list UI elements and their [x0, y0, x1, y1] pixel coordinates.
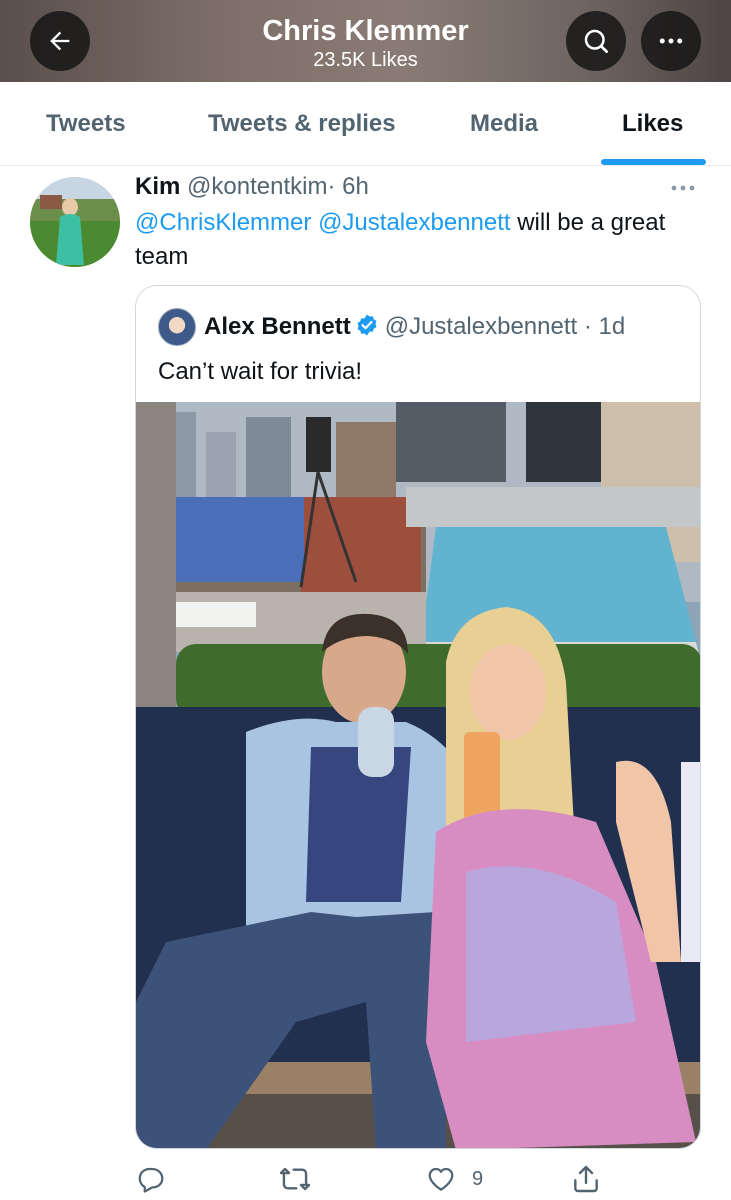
like-count: 9	[472, 1167, 484, 1190]
retweet-button[interactable]	[279, 1162, 311, 1196]
verified-badge-icon	[357, 314, 377, 336]
quoted-author-name[interactable]: Alex Bennett	[204, 313, 351, 340]
author-handle[interactable]: @kontentkim	[187, 173, 327, 200]
quoted-tweet-header: Alex Bennett @Justalexbennett · 1d	[204, 312, 625, 342]
meta-separator: ·	[327, 173, 336, 200]
avatar[interactable]	[30, 177, 120, 267]
retweet-icon	[279, 1167, 311, 1191]
heart-icon	[428, 1167, 454, 1191]
profile-tabs: Tweets Tweets & replies Media Likes	[0, 82, 731, 166]
author-name[interactable]: Kim	[135, 173, 180, 200]
more-options-button[interactable]	[641, 11, 701, 71]
tweet-header: Kim @kontentkim· 6h	[135, 172, 369, 202]
active-tab-indicator	[601, 159, 706, 165]
tweet-more-button[interactable]	[668, 178, 698, 203]
mention-link[interactable]: @ChrisKlemmer	[135, 209, 311, 236]
more-horizontal-icon	[671, 185, 695, 191]
reply-icon	[138, 1167, 164, 1193]
tweet-photo[interactable]	[136, 402, 700, 1148]
tweet-text: @ChrisKlemmer @Justalexbennett will be a…	[135, 206, 695, 274]
avatar[interactable]	[158, 308, 196, 346]
tweet-time[interactable]: 6h	[342, 173, 369, 200]
reply-button[interactable]	[136, 1162, 166, 1196]
quoted-author-handle[interactable]: @Justalexbennett	[385, 313, 577, 340]
meta-separator: ·	[583, 313, 592, 340]
mention-link[interactable]: @Justalexbennett	[318, 209, 510, 236]
search-button[interactable]	[566, 11, 626, 71]
share-icon	[574, 1165, 598, 1193]
quoted-tweet-text: Can’t wait for trivia!	[158, 358, 363, 385]
tab-media[interactable]: Media	[470, 109, 538, 139]
tab-tweets-and-replies[interactable]: Tweets & replies	[208, 109, 396, 139]
like-button[interactable]: 9	[426, 1162, 483, 1196]
profile-header-banner: Chris Klemmer 23.5K Likes	[0, 0, 731, 82]
quoted-tweet-card[interactable]: Alex Bennett @Justalexbennett · 1d Can’t…	[135, 285, 701, 1149]
more-horizontal-icon	[659, 38, 683, 44]
share-button[interactable]	[570, 1162, 602, 1196]
search-icon	[584, 29, 608, 53]
tab-likes[interactable]: Likes	[622, 109, 683, 139]
quoted-tweet-time[interactable]: 1d	[599, 313, 626, 340]
tab-tweets[interactable]: Tweets	[46, 109, 126, 139]
